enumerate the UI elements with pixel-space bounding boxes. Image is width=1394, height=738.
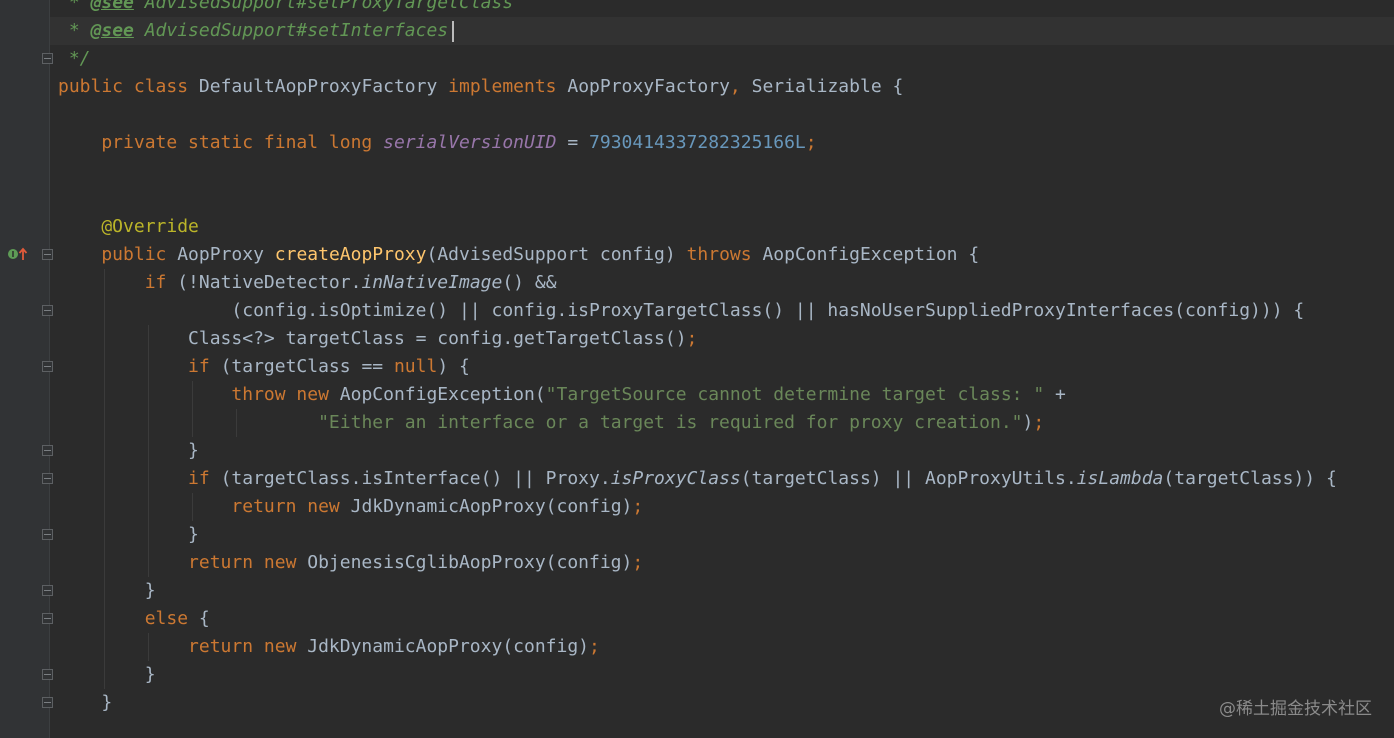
code-token: if [58, 272, 178, 293]
code-token: ; [686, 328, 698, 349]
code-token: Class<?> targetClass = config.getTargetC… [58, 328, 687, 349]
code-token: (AdvisedSupport config) [426, 244, 687, 265]
code-token: ; [589, 636, 600, 657]
code-token: public class [58, 76, 199, 97]
code-line[interactable]: if (targetClass.isInterface() || Proxy.i… [58, 465, 1337, 493]
code-token: * [58, 0, 91, 13]
code-line[interactable]: } [58, 661, 156, 689]
code-token: private static final long [58, 132, 384, 153]
code-token: @Override [58, 216, 199, 237]
code-token: AopConfigException { [762, 244, 980, 265]
code-token: AdvisedSupport#setInterfaces [133, 20, 449, 41]
code-line[interactable]: if (targetClass == null) { [58, 353, 470, 381]
code-token: (targetClass)) { [1163, 468, 1337, 489]
code-token: ObjenesisCglibAopProxy(config) [307, 552, 633, 573]
code-token: + [1044, 384, 1066, 405]
code-token: return new [58, 636, 308, 657]
code-token: createAopProxy [274, 244, 427, 265]
code-token: throws [686, 244, 763, 265]
code-line[interactable]: (config.isOptimize() || config.isProxyTa… [58, 297, 1304, 325]
code-line[interactable]: @Override [58, 213, 199, 241]
code-token: @see [90, 0, 134, 13]
code-token: if [58, 356, 221, 377]
code-token: } [58, 580, 156, 601]
code-token: AopProxy [177, 244, 275, 265]
code-line[interactable]: private static final long serialVersionU… [58, 129, 817, 157]
code-token: return new [58, 496, 351, 517]
code-line[interactable]: return new ObjenesisCglibAopProxy(config… [58, 549, 643, 577]
code-token: (targetClass.isInterface() || Proxy. [220, 468, 611, 489]
code-token: ; [1033, 412, 1045, 433]
code-line[interactable]: } [58, 689, 112, 717]
code-token: isLambda [1076, 468, 1164, 489]
code-token: */ [58, 48, 91, 69]
code-line[interactable]: else { [58, 605, 210, 633]
code-token: ) { [437, 356, 470, 377]
code-line[interactable]: } [58, 577, 156, 605]
code-line[interactable]: return new JdkDynamicAopProxy(config); [58, 493, 643, 521]
code-token: JdkDynamicAopProxy(config) [350, 496, 633, 517]
code-token: serialVersionUID [383, 132, 557, 153]
code-line[interactable]: } [58, 521, 199, 549]
code-token: { [198, 608, 210, 629]
code-token: ; [632, 552, 644, 573]
code-token: } [58, 664, 156, 685]
code-token: else [58, 608, 199, 629]
code-line[interactable]: if (!NativeDetector.inNativeImage() && [58, 269, 557, 297]
code-token: (targetClass == [220, 356, 394, 377]
code-line[interactable]: Class<?> targetClass = config.getTargetC… [58, 325, 697, 353]
code-line[interactable]: return new JdkDynamicAopProxy(config); [58, 633, 600, 661]
code-token: ; [805, 132, 817, 153]
code-token: (targetClass) || AopProxyUtils. [740, 468, 1077, 489]
code-token: if [58, 468, 221, 489]
code-token: public [58, 244, 178, 265]
code-line[interactable]: "Either an interface or a target is requ… [58, 409, 1044, 437]
code-token: 7930414337282325166L [589, 132, 806, 153]
code-token: "Either an interface or a target is requ… [318, 412, 1023, 433]
code-token: inNativeImage [361, 272, 503, 293]
code-token: isProxyClass [610, 468, 741, 489]
code-line[interactable]: * @see AdvisedSupport#setInterfaces [58, 17, 448, 45]
code-token: null [393, 356, 438, 377]
code-token: = [556, 132, 590, 153]
code-token: implements [448, 76, 568, 97]
code-token: @see [90, 20, 134, 41]
code-token: throw new [58, 384, 340, 405]
code-token: JdkDynamicAopProxy(config) [307, 636, 590, 657]
code-token: , [729, 76, 752, 97]
code-token: "TargetSource cannot determine target cl… [545, 384, 1045, 405]
code-token: (!NativeDetector. [177, 272, 362, 293]
code-token: DefaultAopProxyFactory [198, 76, 449, 97]
code-token: (config.isOptimize() || config.isProxyTa… [58, 300, 1305, 321]
code-token: * [58, 20, 91, 41]
code-line[interactable]: throw new AopConfigException("TargetSour… [58, 381, 1066, 409]
code-line[interactable]: */ [58, 45, 91, 73]
code-token: () && [502, 272, 557, 293]
code-token: ; [632, 496, 644, 517]
code-token: } [58, 692, 113, 713]
text-caret [452, 21, 454, 42]
code-token: } [58, 440, 199, 461]
code-token: } [58, 524, 199, 545]
code-line[interactable]: } [58, 437, 199, 465]
code-line[interactable]: * @see AdvisedSupport#setProxyTargetClas… [58, 0, 513, 17]
code-token: return new [58, 552, 308, 573]
code-token: AopConfigException( [339, 384, 546, 405]
code-token: Serializable { [751, 76, 904, 97]
code-line[interactable]: public class DefaultAopProxyFactory impl… [58, 73, 903, 101]
code-line[interactable]: public AopProxy createAopProxy(AdvisedSu… [58, 241, 979, 269]
watermark: @稀土掘金技术社区 [1219, 699, 1372, 719]
code-editor[interactable]: * @see AdvisedSupport#setProxyTargetClas… [0, 0, 1394, 738]
code-token: ) [1022, 412, 1034, 433]
code-token: AopProxyFactory [567, 76, 730, 97]
code-token: AdvisedSupport#setProxyTargetClass [133, 0, 514, 13]
